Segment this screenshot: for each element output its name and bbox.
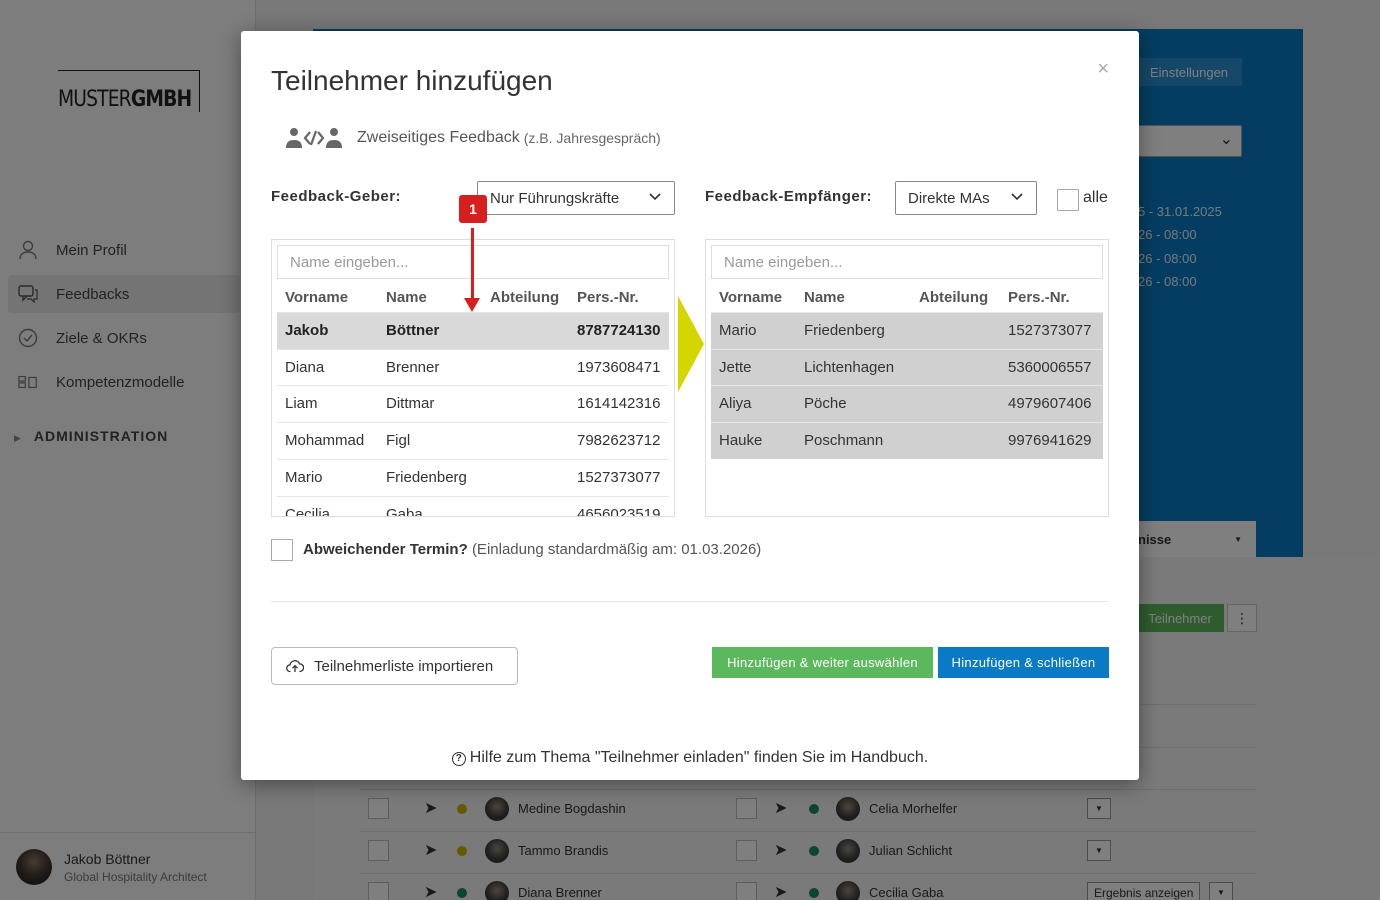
cell-pers-nr: 1527373077 bbox=[577, 469, 661, 486]
divider bbox=[271, 601, 1109, 602]
cell-name: Friedenberg bbox=[386, 469, 467, 486]
cell-name: Poschmann bbox=[804, 432, 884, 449]
cell-pers-nr: 1614142316 bbox=[577, 395, 661, 412]
two-way-feedback-icon bbox=[286, 128, 342, 148]
cell-name: Friedenberg bbox=[804, 322, 885, 339]
cell-vorname: Jette bbox=[719, 359, 752, 376]
import-list-button[interactable]: Teilnehmerliste importieren bbox=[271, 647, 518, 685]
column-header-vorname[interactable]: Vorname bbox=[285, 289, 348, 306]
cell-vorname: Cecilia bbox=[285, 506, 331, 517]
cell-pers-nr: 1973608471 bbox=[577, 359, 661, 376]
cell-vorname: Diana bbox=[285, 359, 325, 376]
annotation-badge: 1 bbox=[459, 195, 487, 223]
select-all-label: alle bbox=[1083, 189, 1108, 206]
cell-vorname: Jakob bbox=[285, 322, 329, 339]
giver-select[interactable]: Nur Führungskräfte bbox=[477, 181, 675, 215]
table-row[interactable]: Cecilia Gaba 4656023519 bbox=[277, 496, 669, 517]
receiver-search-input[interactable]: Name eingeben... bbox=[711, 245, 1103, 279]
column-header-pers-nr[interactable]: Pers.-Nr. bbox=[577, 289, 639, 306]
custom-date-title: Abweichender Termin? bbox=[303, 541, 468, 558]
cell-name: Dittmar bbox=[386, 395, 435, 412]
dialog-title: Teilnehmer hinzufügen bbox=[271, 65, 553, 96]
table-row[interactable]: Mario Friedenberg 1527373077 bbox=[277, 459, 669, 496]
question-circle-icon: ? bbox=[451, 752, 466, 766]
help-link[interactable]: Hilfe zum Thema "Teilnehmer einladen" fi… bbox=[470, 749, 928, 766]
receiver-label: Feedback-Empfänger: bbox=[705, 188, 873, 205]
cell-pers-nr: 4979607406 bbox=[1008, 395, 1092, 412]
annotation-arrow-head-icon bbox=[464, 298, 480, 312]
table-row[interactable]: Aliya Pöche 4979607406 bbox=[711, 385, 1103, 422]
close-icon[interactable]: × bbox=[1097, 58, 1109, 81]
add-continue-button[interactable]: Hinzufügen & weiter auswählen bbox=[712, 647, 933, 678]
add-participants-dialog: Teilnehmer hinzufügen × Zweiseitiges Fee… bbox=[241, 31, 1139, 780]
custom-date-checkbox[interactable] bbox=[271, 539, 293, 561]
cell-vorname: Liam bbox=[285, 395, 318, 412]
cell-pers-nr: 4656023519 bbox=[577, 506, 661, 517]
cell-name: Figl bbox=[386, 432, 411, 449]
giver-label: Feedback-Geber: bbox=[271, 188, 402, 205]
table-row[interactable]: Diana Brenner 1973608471 bbox=[277, 349, 669, 386]
giver-select-value: Nur Führungskräfte bbox=[490, 189, 620, 207]
cell-pers-nr: 8787724130 bbox=[577, 322, 661, 339]
add-close-button[interactable]: Hinzufügen & schließen bbox=[938, 647, 1109, 678]
cell-pers-nr: 1527373077 bbox=[1008, 322, 1092, 339]
column-header-abteilung[interactable]: Abteilung bbox=[490, 289, 559, 306]
annotation-arrow-line bbox=[471, 228, 474, 306]
table-row[interactable]: Jakob Böttner 8787724130 bbox=[277, 312, 669, 349]
feedback-type-label: Zweiseitiges Feedback bbox=[357, 129, 520, 146]
cell-name: Böttner bbox=[386, 322, 440, 339]
column-header-vorname[interactable]: Vorname bbox=[719, 289, 782, 306]
cell-vorname: Hauke bbox=[719, 432, 763, 449]
help-text: ? Hilfe zum Thema "Teilnehmer einladen" f… bbox=[241, 749, 1139, 767]
cell-name: Lichtenhagen bbox=[804, 359, 895, 376]
table-row[interactable]: Mario Friedenberg 1527373077 bbox=[711, 312, 1103, 349]
receiver-list-panel: Name eingeben... Vorname Name Abteilung … bbox=[705, 239, 1109, 517]
select-all-checkbox[interactable] bbox=[1057, 189, 1079, 211]
table-row[interactable]: Mohammad Figl 7982623712 bbox=[277, 422, 669, 459]
custom-date-note: (Einladung standardmäßig am: 01.03.2026) bbox=[471, 541, 762, 558]
receiver-select-value: Direkte MAs bbox=[908, 189, 990, 207]
cell-name: Pöche bbox=[804, 395, 847, 412]
cell-vorname: Mohammad bbox=[285, 432, 365, 449]
cell-pers-nr: 9976941629 bbox=[1008, 432, 1092, 449]
cell-pers-nr: 7982623712 bbox=[577, 432, 661, 449]
column-header-name[interactable]: Name bbox=[804, 289, 845, 306]
cell-pers-nr: 5360006557 bbox=[1008, 359, 1092, 376]
column-header-name[interactable]: Name bbox=[386, 289, 427, 306]
custom-date-label: Abweichender Termin? (Einladung standard… bbox=[303, 541, 761, 558]
import-list-label: Teilnehmerliste importieren bbox=[314, 657, 494, 675]
cell-name: Gaba bbox=[386, 506, 423, 517]
cell-vorname: Mario bbox=[719, 322, 757, 339]
cell-vorname: Aliya bbox=[719, 395, 752, 412]
transfer-arrow-icon bbox=[678, 296, 704, 392]
receiver-select[interactable]: Direkte MAs bbox=[895, 181, 1037, 215]
cloud-upload-icon bbox=[286, 660, 304, 673]
table-row[interactable]: Hauke Poschmann 9976941629 bbox=[711, 422, 1103, 459]
feedback-type: Zweiseitiges Feedback (z.B. Jahresgesprä… bbox=[285, 127, 661, 149]
table-row[interactable]: Liam Dittmar 1614142316 bbox=[277, 385, 669, 422]
column-header-abteilung[interactable]: Abteilung bbox=[919, 289, 988, 306]
cell-vorname: Mario bbox=[285, 469, 323, 486]
cell-name: Brenner bbox=[386, 359, 440, 376]
table-header: Vorname Name Abteilung Pers.-Nr. bbox=[711, 286, 1103, 312]
table-row[interactable]: Jette Lichtenhagen 5360006557 bbox=[711, 349, 1103, 386]
feedback-type-sub: (z.B. Jahresgespräch) bbox=[523, 130, 661, 146]
chevron-down-icon bbox=[1011, 193, 1023, 201]
chevron-down-icon bbox=[649, 193, 661, 201]
column-header-pers-nr[interactable]: Pers.-Nr. bbox=[1008, 289, 1070, 306]
